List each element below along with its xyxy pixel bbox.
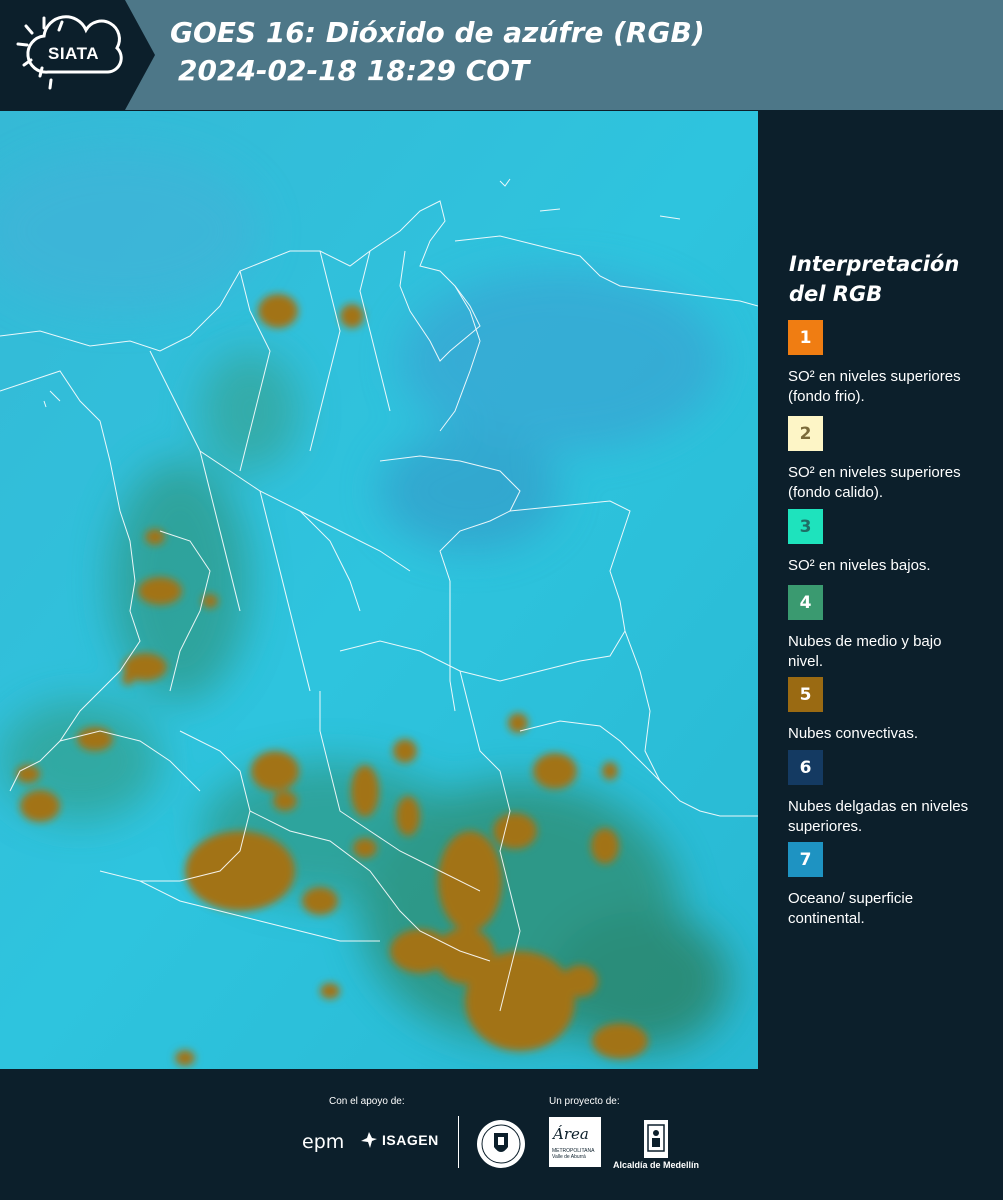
- legend-label: Nubes delgadas en niveles superiores.: [788, 798, 969, 835]
- project-label: Un proyecto de:: [549, 1096, 620, 1107]
- isagen-logo: ISAGEN: [360, 1131, 439, 1149]
- legend-label: SO² en niveles bajos.: [788, 557, 931, 574]
- legend-swatch: 1: [788, 320, 823, 355]
- legend-item-6: 6 Nubes delgadas en niveles superiores.: [788, 750, 988, 837]
- legend-label: Oceano/ superficie continental.: [788, 890, 914, 927]
- legend-swatch: 6: [788, 750, 823, 785]
- legend-swatch: 2: [788, 416, 823, 451]
- header-bar: SIATA GOES 16: Dióxido de azúfre (RGB) 2…: [0, 0, 1003, 110]
- satellite-image: [0, 111, 758, 1069]
- legend-panel: Interpretación del RGB 1 SO² en niveles …: [760, 111, 1003, 1069]
- timestamp: 2024-02-18 18:29 COT: [178, 54, 530, 87]
- legend-item-4: 4 Nubes de medio y bajo nivel.: [788, 585, 988, 672]
- legend-label: SO² en niveles superiores (fondo calido)…: [788, 464, 961, 501]
- legend-swatch: 5: [788, 677, 823, 712]
- satellite-map: [0, 111, 758, 1069]
- alcaldia-shield-icon: [644, 1120, 668, 1158]
- isagen-text: ISAGEN: [382, 1132, 439, 1148]
- legend-item-5: 5 Nubes convectivas.: [788, 677, 988, 744]
- legend-label: Nubes convectivas.: [788, 725, 919, 742]
- epm-logo: epm: [302, 1131, 345, 1153]
- footer-bar: Con el apoyo de: Un proyecto de: epm ISA…: [0, 1069, 1003, 1200]
- footer-divider: [458, 1116, 459, 1168]
- legend-item-7: 7 Oceano/ superficie continental.: [788, 842, 988, 929]
- alcaldia-text: Alcaldía de Medellín: [613, 1160, 700, 1170]
- legend-item-1: 1 SO² en niveles superiores (fondo frio)…: [788, 320, 988, 407]
- logo-text: SIATA: [48, 44, 99, 63]
- area-logo-subtitle: METROPOLITANA Valle de Aburrá: [552, 1148, 594, 1160]
- area-sub2: Valle de Aburrá: [552, 1154, 586, 1160]
- siata-logo: SIATA: [0, 0, 155, 110]
- legend-swatch: 4: [788, 585, 823, 620]
- legend-label: Nubes de medio y bajo nivel.: [788, 633, 942, 670]
- legend-swatch: 7: [788, 842, 823, 877]
- legend-item-2: 2 SO² en niveles superiores (fondo calid…: [788, 416, 988, 503]
- legend-title: Interpretación del RGB: [789, 252, 960, 306]
- legend-label: SO² en niveles superiores (fondo frio).: [788, 368, 961, 405]
- isagen-icon: [361, 1132, 377, 1148]
- support-label: Con el apoyo de:: [329, 1096, 405, 1107]
- page-title: GOES 16: Dióxido de azúfre (RGB): [170, 16, 705, 49]
- area-metropolitana-logo: Área METROPOLITANA Valle de Aburrá: [549, 1117, 601, 1167]
- legend-item-3: 3 SO² en niveles bajos.: [788, 509, 988, 576]
- area-logo-text: Área: [553, 1125, 589, 1143]
- seal-icon: [477, 1120, 525, 1168]
- legend-swatch: 3: [788, 509, 823, 544]
